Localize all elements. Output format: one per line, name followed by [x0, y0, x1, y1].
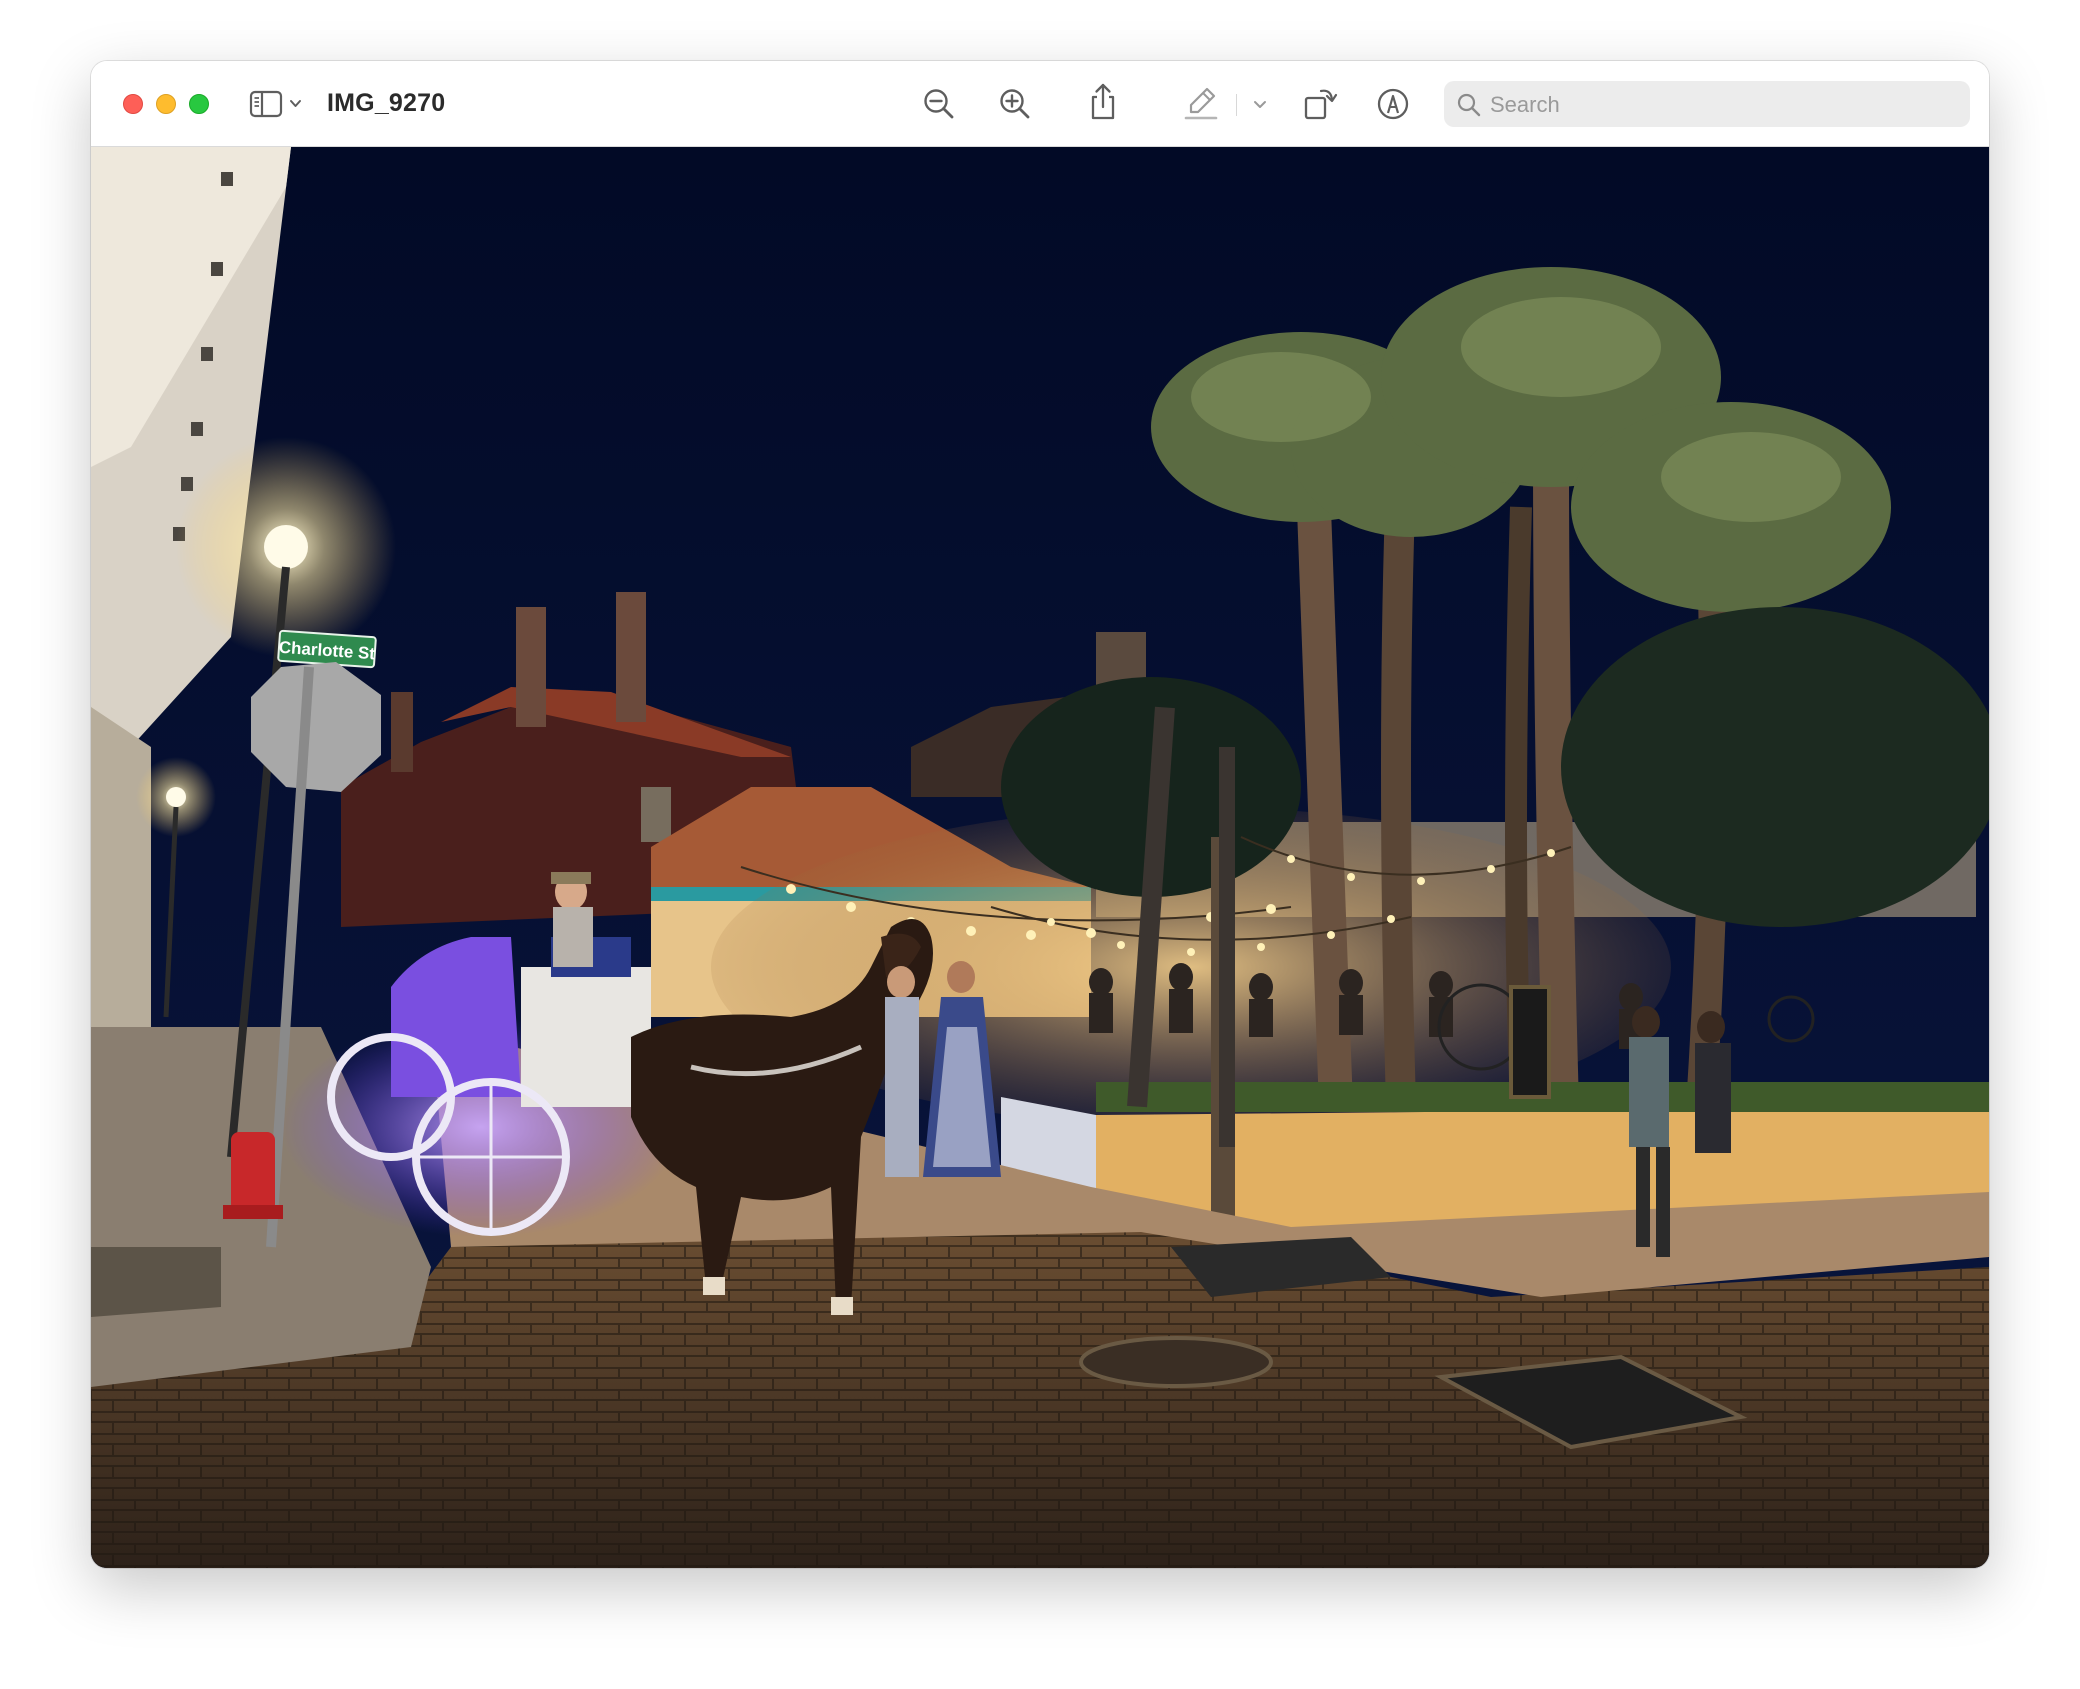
markup-pen-icon: [1377, 88, 1409, 120]
search-input[interactable]: [1488, 81, 1962, 129]
window-title: IMG_9270: [327, 89, 446, 117]
chevron-down-icon: [290, 100, 301, 107]
preview-window: IMG_9270 Search Charlotte St: [91, 61, 1989, 1568]
photo-canvas: Charlotte St: [91, 147, 1989, 1568]
zoom-out-button[interactable]: [921, 86, 957, 122]
minimize-button[interactable]: [156, 94, 176, 114]
zoom-in-button[interactable]: [997, 86, 1033, 122]
share-icon: [1091, 83, 1115, 120]
toolbar-divider: [1236, 94, 1237, 116]
highlighter-icon: [1184, 87, 1218, 120]
search-icon: [1457, 93, 1481, 117]
sidebar-toggle-button[interactable]: [249, 88, 307, 120]
rotate-icon: [1304, 89, 1338, 120]
zoom-button[interactable]: [189, 94, 209, 114]
street-night-photo: Charlotte St: [91, 147, 1989, 1568]
chevron-down-icon: [1254, 101, 1266, 108]
sidebar-icon: [249, 90, 301, 118]
highlight-menu-button[interactable]: [1249, 94, 1271, 116]
search-field[interactable]: [1444, 81, 1970, 129]
markup-button[interactable]: [1375, 86, 1411, 122]
zoom-in-icon: [1000, 89, 1030, 119]
highlight-button[interactable]: [1183, 85, 1219, 123]
zoom-out-icon: [924, 89, 954, 119]
rotate-button[interactable]: [1301, 83, 1339, 123]
toolbar: IMG_9270: [91, 61, 1989, 147]
street-sign: Charlotte St: [277, 629, 377, 669]
share-button[interactable]: [1085, 82, 1121, 122]
close-button[interactable]: [123, 94, 143, 114]
